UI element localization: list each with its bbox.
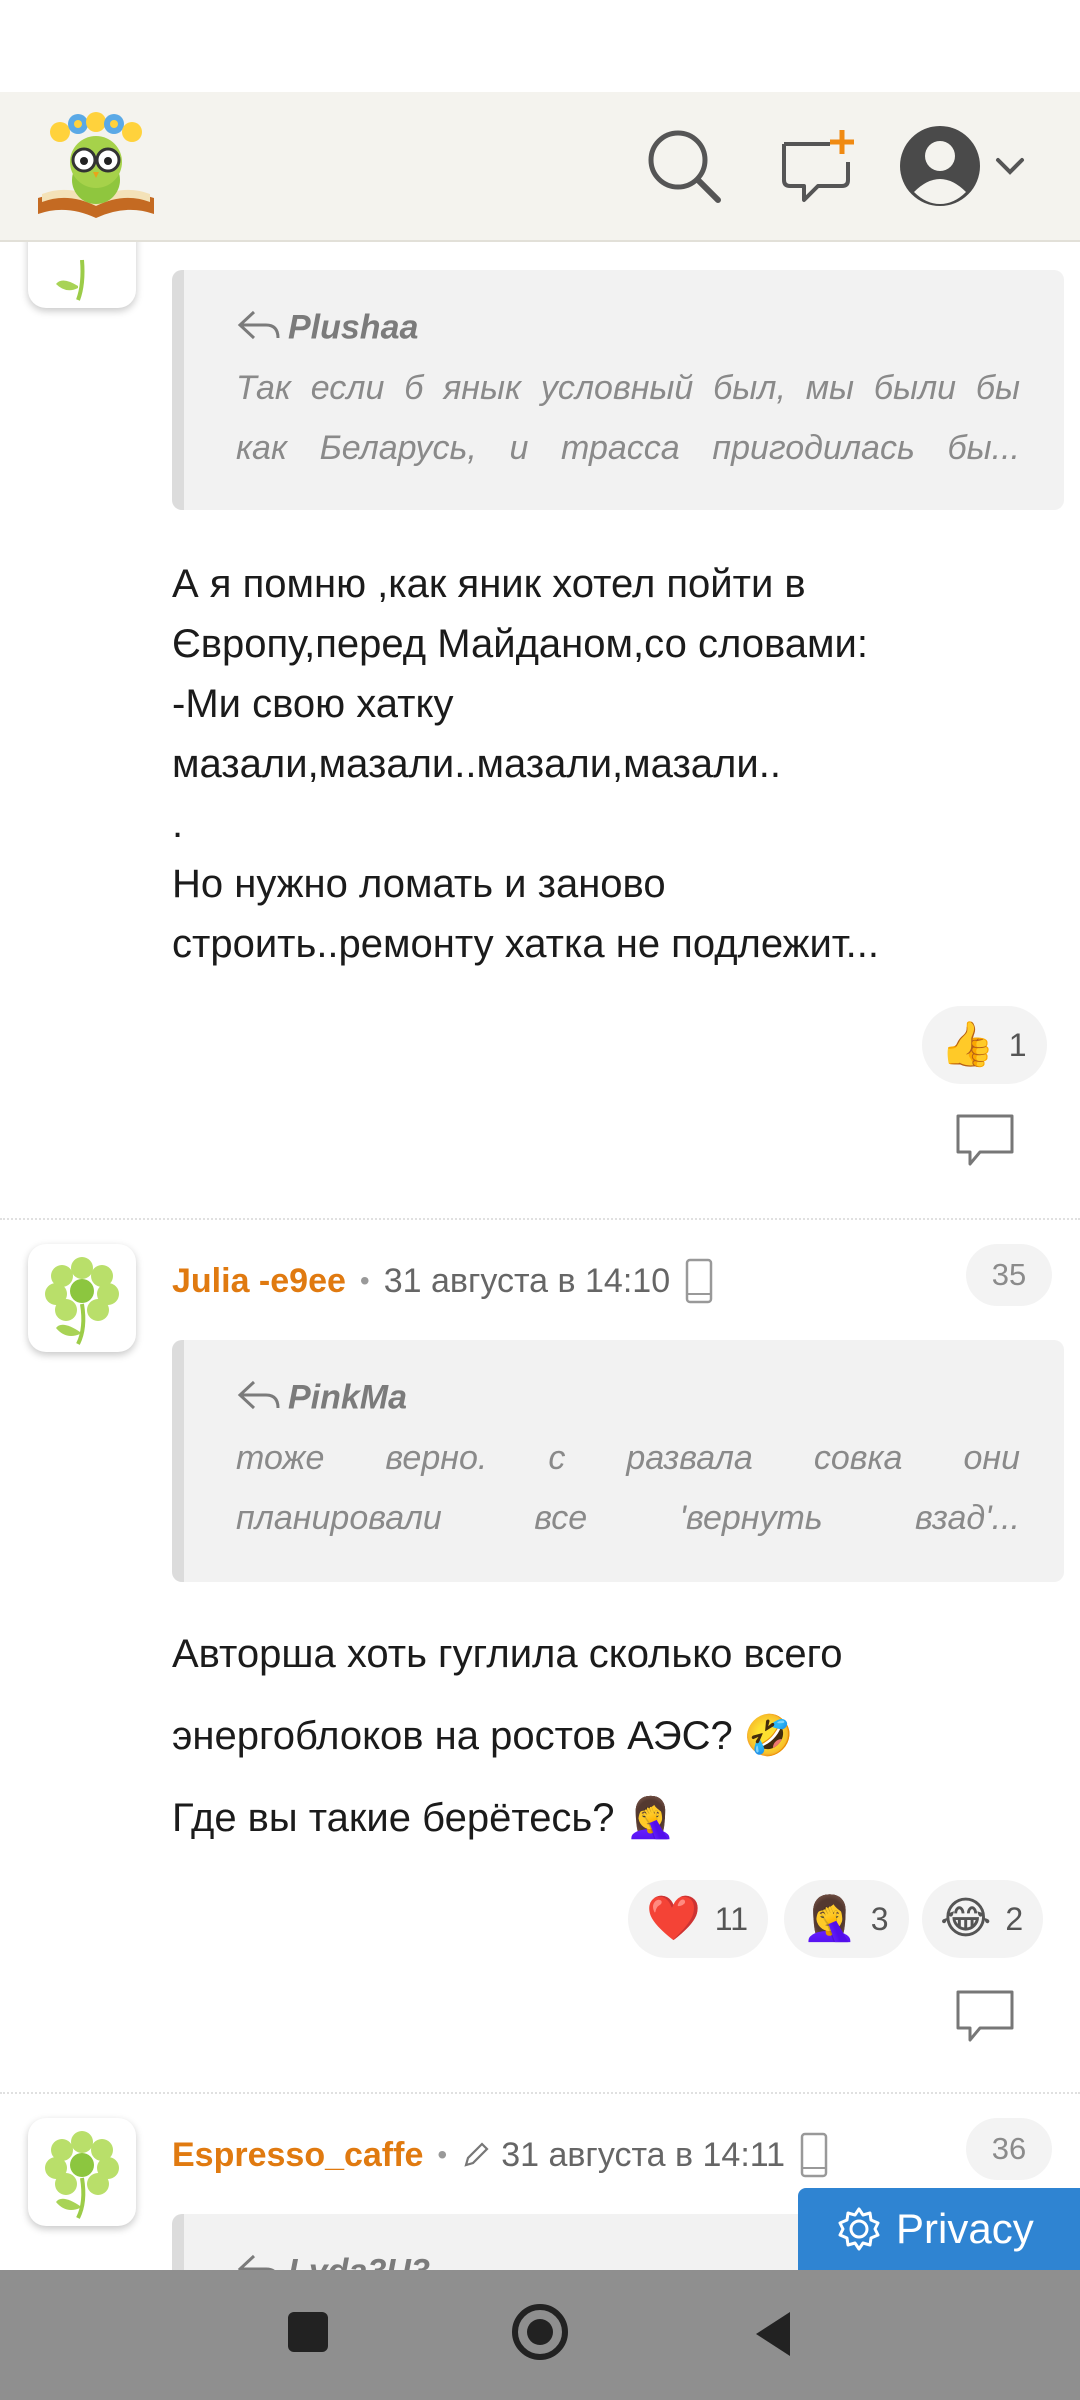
reply-arrow-icon	[237, 310, 280, 340]
comment-number-badge[interactable]: 35	[966, 1244, 1052, 1306]
new-post-button[interactable]	[772, 122, 860, 210]
comment-time: 31 августа в 14:11	[501, 2135, 786, 2174]
status-bar	[0, 0, 1080, 92]
home-icon[interactable]	[510, 2302, 570, 2362]
privacy-button[interactable]: Privacy	[798, 2188, 1080, 2270]
avatar[interactable]	[28, 1244, 136, 1352]
gear-icon	[838, 2207, 880, 2251]
back-icon[interactable]	[750, 2308, 794, 2360]
quote-author[interactable]: Plushaa	[236, 308, 418, 351]
recent-apps-icon[interactable]	[286, 2310, 330, 2354]
reply-icon[interactable]	[952, 1110, 1018, 1170]
reply-arrow-icon	[237, 2254, 275, 2270]
search-button[interactable]	[640, 122, 728, 210]
comment-meta: Julia -e9ee • 31 августа в 14:10	[172, 1258, 714, 1304]
reaction-like[interactable]: 👍 1	[922, 1006, 1047, 1084]
profile-menu-button[interactable]	[896, 122, 1036, 210]
reaction-heart[interactable]: ❤️ 11	[628, 1880, 769, 1958]
system-navigation-bar	[0, 2270, 1080, 2400]
reaction-facepalm[interactable]: 🤦‍♀️ 3	[784, 1880, 909, 1958]
comment-meta: Espresso_caffe • 31 августа в 14:11	[172, 2132, 829, 2178]
reply-icon[interactable]	[952, 1986, 1018, 2046]
quote-text: тоже верно. с развала совка они планиров…	[236, 1439, 1020, 1537]
reply-arrow-icon	[237, 1380, 280, 1410]
search-icon	[648, 130, 721, 203]
chevron-down-icon	[996, 158, 1024, 175]
mobile-device-icon	[685, 1258, 713, 1304]
avatar[interactable]	[28, 240, 136, 308]
comment-author[interactable]: Espresso_caffe	[172, 2136, 423, 2175]
quote-block: PinkMa тоже верно. с развала совка они п…	[172, 1340, 1064, 1582]
comment-number-badge[interactable]: 36	[966, 2118, 1052, 2180]
mobile-device-icon	[800, 2132, 828, 2178]
comment-divider	[0, 2092, 1080, 2094]
comment-divider	[0, 1218, 1080, 1220]
comment-author[interactable]: Julia -e9ee	[172, 1262, 346, 1301]
privacy-label: Privacy	[896, 2205, 1034, 2252]
comments-feed[interactable]: Plushaa Так если б янык условный был, мы…	[0, 240, 1080, 2270]
comment-time: 31 августа в 14:10	[383, 1261, 671, 1300]
top-app-bar	[0, 92, 1080, 242]
quote-author[interactable]: PinkMa	[236, 1378, 407, 1421]
comment-body: Авторша хоть гуглила сколько всего энерг…	[172, 1632, 843, 1840]
profile-icon	[900, 126, 980, 206]
quote-block: Plushaa Так если б янык условный был, мы…	[172, 270, 1064, 510]
compose-icon	[782, 130, 854, 202]
quote-text: Так если б янык условный был, мы были бы…	[236, 369, 1020, 467]
reaction-laugh[interactable]: 😂 2	[922, 1880, 1044, 1958]
quote-author[interactable]: Lyda3U3	[236, 2252, 430, 2270]
site-logo[interactable]	[34, 110, 158, 222]
comment-body: А я помню ,как яник хотел пойти в Європу…	[172, 562, 880, 966]
edited-pencil-icon	[464, 2142, 489, 2167]
avatar[interactable]	[28, 2118, 136, 2226]
